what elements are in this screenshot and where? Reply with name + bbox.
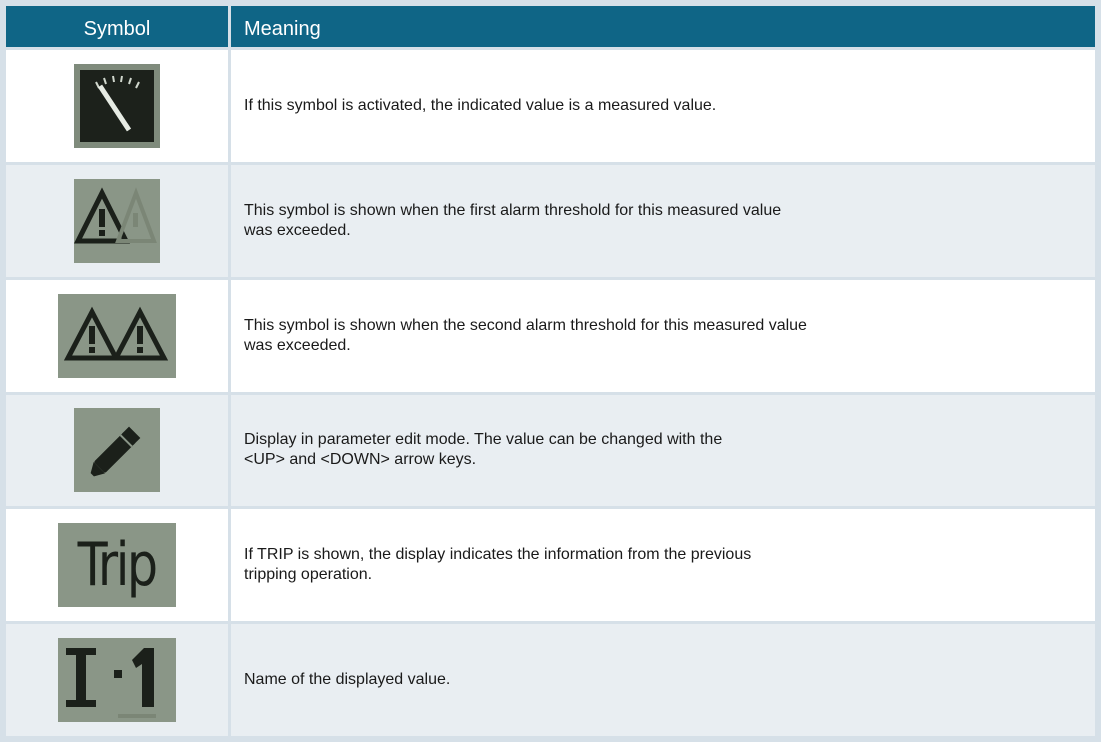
- symbol-table: Symbol Meaning If this symbol is activat…: [6, 6, 1095, 736]
- symbol-cell: [6, 164, 228, 277]
- meaning-cell: Display in parameter edit mode. The valu…: [231, 394, 1095, 507]
- symbol-cell: [6, 394, 228, 507]
- trip-text-icon: Trip: [58, 523, 176, 608]
- meaning-text: This symbol is shown when the first alar…: [244, 201, 782, 239]
- meaning-cell: This symbol is shown when the first alar…: [231, 164, 1095, 277]
- header-symbol: Symbol: [6, 6, 228, 47]
- meaning-text: If TRIP is shown, the display indicates …: [244, 546, 752, 584]
- i1-lcd-glyphs: [66, 648, 156, 719]
- warning-triangle-icon: [74, 178, 160, 263]
- meaning-cell: Name of the displayed value.: [231, 624, 1095, 736]
- meter-gauge-icon: [74, 63, 160, 148]
- pencil-icon: [74, 408, 160, 493]
- symbol-cell: Trip: [6, 509, 228, 622]
- meaning-cell: If this symbol is activated, the indicat…: [231, 50, 1095, 162]
- meaning-text: Name of the displayed value.: [244, 671, 451, 689]
- meaning-text: Display in parameter edit mode. The valu…: [244, 431, 723, 469]
- meaning-text: This symbol is shown when the second ala…: [244, 316, 807, 354]
- double-warning-triangle-icon: [58, 293, 176, 378]
- symbol-cell: [6, 50, 228, 162]
- symbol-cell: [6, 624, 228, 736]
- meaning-cell: If TRIP is shown, the display indicates …: [231, 509, 1095, 622]
- trip-label: Trip: [77, 530, 159, 601]
- meaning-text: If this symbol is activated, the indicat…: [244, 96, 717, 114]
- value-name-i1-icon: [58, 638, 176, 723]
- symbol-cell: [6, 279, 228, 392]
- header-meaning: Meaning: [231, 6, 1095, 47]
- meaning-cell: This symbol is shown when the second ala…: [231, 279, 1095, 392]
